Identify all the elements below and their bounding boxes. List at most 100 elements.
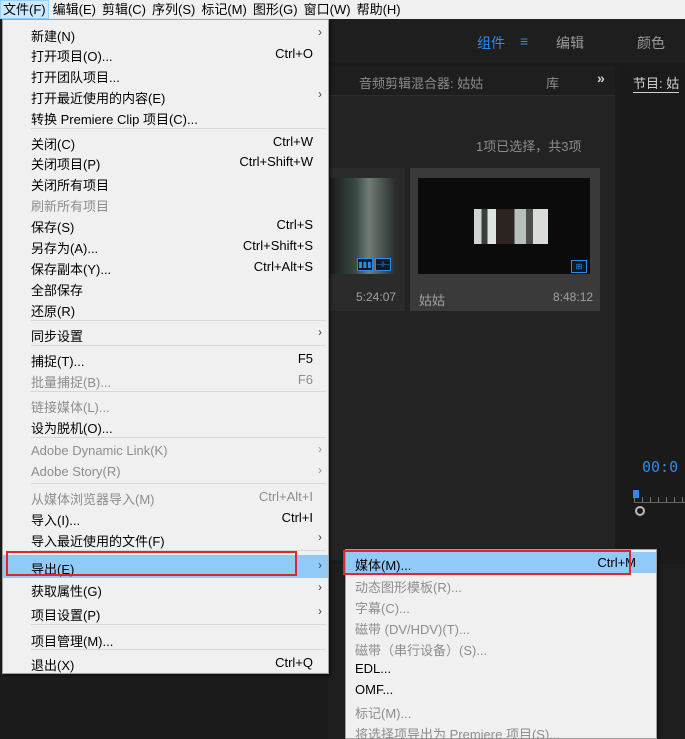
menu-item-label: 打开项目(O)... — [31, 49, 113, 64]
submenu-arrow-icon: › — [318, 463, 322, 477]
zoom-handle-icon[interactable] — [635, 506, 645, 516]
menu-item-label: 保存(S) — [31, 220, 75, 235]
menu-clip[interactable]: 剪辑(C) — [100, 0, 148, 19]
tab-audio-clip-mixer[interactable]: 音频剪辑混合器: 姑姑 — [359, 73, 483, 92]
menu-item-shortcut: Ctrl+I — [281, 510, 313, 525]
file-menu-item[interactable]: Adobe Dynamic Link(K) › — [3, 440, 328, 460]
file-menu-item[interactable]: 关闭项目(P) Ctrl+Shift+W — [3, 151, 328, 172]
file-menu-item[interactable]: 退出(X) Ctrl+Q — [3, 652, 328, 673]
menu-graphics[interactable]: 图形(G) — [251, 0, 300, 19]
menu-file[interactable]: 文件(F) — [0, 0, 49, 19]
clip-thumbnail[interactable]: ▮▮▮ ⊣⊢ 5:24:07 — [330, 168, 405, 311]
file-menu-item[interactable]: 另存为(A)... Ctrl+Shift+S — [3, 235, 328, 256]
menu-separator — [31, 345, 326, 346]
menu-item-label: EDL... — [355, 661, 392, 676]
workspace-tab-color[interactable]: 颜色 — [637, 33, 665, 53]
menu-item-shortcut: Ctrl+O — [275, 46, 313, 61]
submenu-arrow-icon: › — [318, 442, 322, 456]
menu-item-label: 从媒体浏览器导入(M) — [31, 492, 155, 507]
file-menu-item[interactable]: 全部保存 — [3, 277, 328, 298]
file-menu-item[interactable]: 关闭所有项目 — [3, 172, 328, 193]
file-menu-item[interactable]: 获取属性(G) › — [3, 578, 328, 599]
playhead-icon[interactable] — [633, 490, 639, 498]
menu-item-label: 获取属性(G) — [31, 584, 102, 599]
menu-item-label: Adobe Dynamic Link(K) — [31, 443, 168, 458]
file-menu-item[interactable]: 还原(R) — [3, 298, 328, 319]
menu-separator — [31, 391, 326, 392]
menu-item-label: OMF... — [355, 682, 394, 697]
file-menu-item[interactable]: 链接媒体(L)... — [3, 394, 328, 415]
file-menu-item[interactable]: 刷新所有项目 — [3, 193, 328, 214]
audio-icon: ⊣⊢ — [375, 258, 391, 271]
file-menu-item[interactable]: 批量捕捉(B)... F6 — [3, 369, 328, 390]
export-menu-item[interactable]: EDL... — [346, 658, 656, 679]
file-menu-item[interactable]: 从媒体浏览器导入(M) Ctrl+Alt+I — [3, 486, 328, 507]
annotation-box-media — [343, 550, 631, 575]
menu-edit[interactable]: 编辑(E) — [51, 0, 98, 19]
menu-item-label: 字幕(C)... — [355, 601, 410, 616]
menu-separator — [31, 483, 326, 484]
menu-item-label: 导入最近使用的文件(F) — [31, 534, 165, 549]
file-menu-item[interactable]: 项目管理(M)... — [3, 628, 328, 649]
time-ruler[interactable] — [634, 497, 685, 503]
menu-item-label: 另存为(A)... — [31, 241, 99, 256]
clip-badges: ▮▮▮ ⊣⊢ — [357, 258, 391, 271]
menu-sequence[interactable]: 序列(S) — [150, 0, 197, 19]
file-menu-item[interactable]: 导入(I)... Ctrl+I — [3, 507, 328, 528]
tab-program[interactable]: 节目: 姑 — [633, 73, 680, 93]
annotation-box-export — [6, 551, 297, 576]
program-timecode[interactable]: 00:0 — [642, 458, 678, 476]
tab-libraries[interactable]: 库 — [546, 73, 559, 92]
menubar: 文件(F) 编辑(E) 剪辑(C) 序列(S) 标记(M) 图形(G) 窗口(W… — [0, 0, 685, 19]
file-menu-item[interactable]: 打开项目(O)... Ctrl+O — [3, 43, 328, 64]
menu-item-label: 打开团队项目... — [31, 70, 120, 85]
menu-marker[interactable]: 标记(M) — [199, 0, 249, 19]
workspace-tab-assembly[interactable]: 组件 — [477, 33, 505, 53]
menu-item-shortcut: Ctrl+Q — [275, 655, 313, 670]
menu-separator — [31, 437, 326, 438]
menu-item-label: 动态图形模板(R)... — [355, 580, 462, 595]
file-menu-item[interactable]: 关闭(C) Ctrl+W — [3, 131, 328, 152]
menu-item-label: 刷新所有项目 — [31, 199, 110, 214]
menu-separator — [31, 649, 326, 650]
file-menu-item[interactable]: 项目设置(P) › — [3, 602, 328, 623]
file-menu-item[interactable]: 设为脱机(O)... — [3, 415, 328, 436]
file-menu-item[interactable]: 保存(S) Ctrl+S — [3, 214, 328, 235]
clip-name: 姑姑 — [419, 293, 446, 308]
export-menu-item[interactable]: 字幕(C)... — [346, 595, 656, 616]
workspace-menu-icon[interactable]: ≡ — [520, 33, 528, 49]
export-menu-item[interactable]: 动态图形模板(R)... — [346, 574, 656, 595]
menu-separator — [31, 320, 326, 321]
submenu-arrow-icon: › — [318, 604, 322, 618]
export-menu-item[interactable]: OMF... — [346, 679, 656, 700]
panel-overflow-icon[interactable]: » — [597, 70, 605, 86]
menu-item-label: 保存副本(Y)... — [31, 262, 112, 277]
file-menu-item[interactable]: 保存副本(Y)... Ctrl+Alt+S — [3, 256, 328, 277]
menu-item-shortcut: Ctrl+S — [276, 217, 313, 232]
export-menu-item[interactable]: 将选择项导出为 Premiere 项目(S)... — [346, 721, 656, 739]
menu-item-label: 全部保存 — [31, 283, 84, 298]
menu-window[interactable]: 窗口(W) — [302, 0, 353, 19]
file-menu-item[interactable]: Adobe Story(R) › — [3, 461, 328, 481]
clip-duration: 8:48:12 — [553, 290, 594, 304]
export-menu-item[interactable]: 标记(M)... — [346, 700, 656, 721]
workspace-tab-editing[interactable]: 编辑 — [556, 33, 584, 53]
file-menu-item[interactable]: 新建(N) › — [3, 23, 328, 44]
file-menu-item[interactable]: 捕捉(T)... F5 — [3, 348, 328, 369]
menu-item-shortcut: Ctrl+Alt+I — [258, 489, 313, 504]
file-menu-item[interactable]: 打开最近使用的内容(E) › — [3, 85, 328, 106]
menu-item-shortcut: Ctrl+Shift+W — [239, 154, 313, 169]
submenu-arrow-icon: › — [318, 25, 322, 39]
clip-thumbnail[interactable]: ⊞ 姑姑 8:48:12 — [410, 168, 600, 311]
file-menu-item[interactable]: 同步设置 › — [3, 323, 328, 344]
export-menu-item[interactable]: 磁带 (DV/HDV)(T)... — [346, 616, 656, 637]
menu-item-label: 关闭所有项目 — [31, 178, 110, 193]
file-menu-item[interactable]: 打开团队项目... — [3, 64, 328, 85]
export-menu-item[interactable]: 磁带（串行设备）(S)... — [346, 637, 656, 658]
file-menu-item[interactable]: 导入最近使用的文件(F) › — [3, 528, 328, 549]
program-monitor — [619, 66, 685, 560]
menu-item-label: 导入(I)... — [31, 513, 81, 528]
clip-preview — [418, 178, 590, 274]
file-menu-item[interactable]: 转换 Premiere Clip 项目(C)... — [3, 106, 328, 127]
menu-help[interactable]: 帮助(H) — [355, 0, 403, 19]
